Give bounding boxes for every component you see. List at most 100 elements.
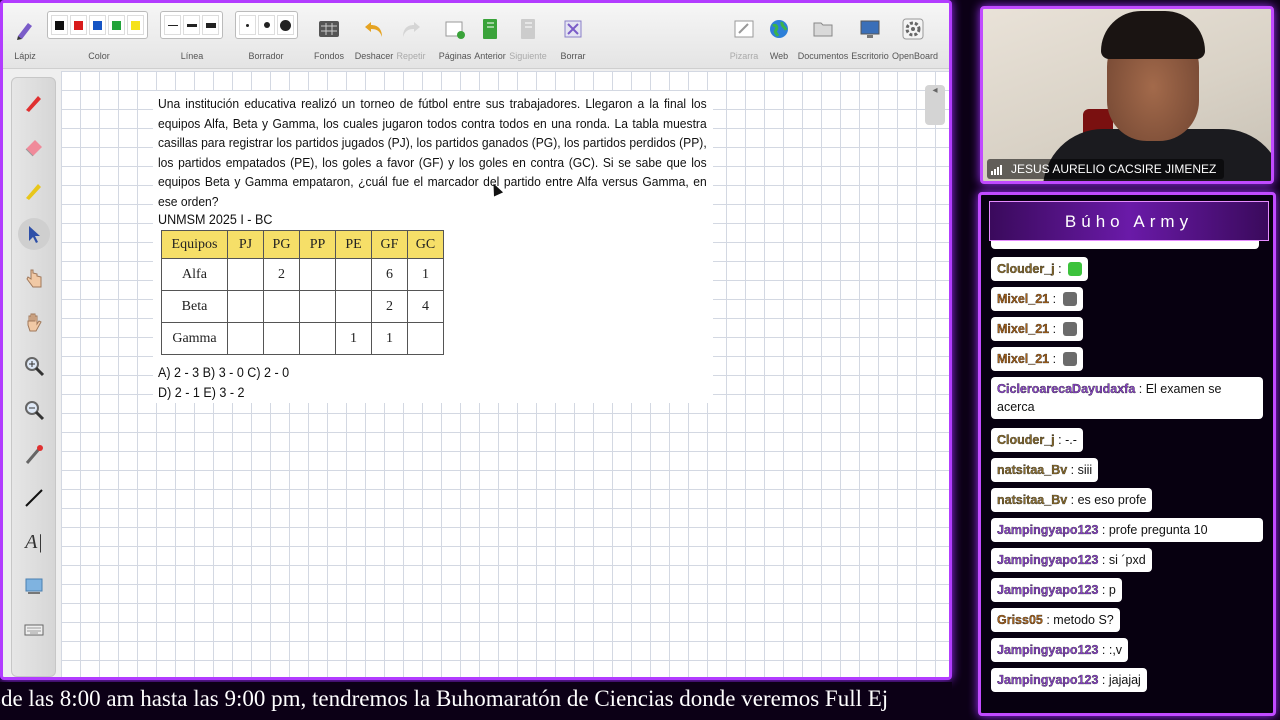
chat-username[interactable]: Jampingyapo123 xyxy=(997,643,1099,657)
toolbar: Lápiz Color Línea Borrador Fondos Deshac… xyxy=(3,3,949,69)
table-cell: Beta xyxy=(161,290,228,323)
chat-username[interactable]: Mixel_21 xyxy=(997,352,1049,366)
table-row: Alfa 2 6 1 xyxy=(161,258,444,291)
folder-icon xyxy=(813,22,833,37)
line-medium-button[interactable] xyxy=(183,15,200,35)
documents-label: Documentos xyxy=(797,51,849,61)
ticker-text: sde las 8:00 am hasta las 9:00 pm, tendr… xyxy=(0,686,889,711)
keyboard-side-button[interactable] xyxy=(18,614,50,646)
redo-button[interactable] xyxy=(399,17,423,41)
chat-username[interactable]: Jampingyapo123 xyxy=(997,523,1099,537)
backgrounds-button[interactable] xyxy=(317,17,341,41)
web-mode-button[interactable] xyxy=(767,17,791,41)
hand-side-button[interactable] xyxy=(18,306,50,338)
grid-background-icon xyxy=(319,21,339,37)
pages-button[interactable] xyxy=(443,17,467,41)
zoom-in-icon xyxy=(25,357,45,377)
chat-message: Mixel_21 : xyxy=(991,287,1083,311)
chat-username[interactable]: CicleroarecaDayudaxfa xyxy=(997,382,1136,396)
line-tool-icon xyxy=(25,489,43,507)
documents-button[interactable] xyxy=(811,17,835,41)
line-thick-button[interactable] xyxy=(202,15,219,35)
capture-side-button[interactable] xyxy=(18,570,50,602)
next-label: Siguiente xyxy=(509,51,547,61)
emote-icon xyxy=(1062,322,1077,336)
eraser-size-options xyxy=(235,11,298,39)
color-swatch-2[interactable] xyxy=(89,15,106,35)
line-label: Línea xyxy=(180,51,204,61)
chat-message: Jampingyapo123 : p xyxy=(991,578,1122,602)
chat-username[interactable]: natsitaa_Bv xyxy=(997,463,1067,477)
chat-username[interactable]: natsitaa_Bv xyxy=(997,493,1067,507)
color-swatch-3[interactable] xyxy=(108,15,125,35)
delete-page-icon xyxy=(564,20,582,38)
undo-button[interactable] xyxy=(362,17,386,41)
chat-separator: : xyxy=(1054,262,1066,276)
table-cell xyxy=(263,322,300,355)
chat-separator: : xyxy=(1067,463,1078,477)
laser-side-button[interactable] xyxy=(18,438,50,470)
chat-separator: : xyxy=(1042,613,1054,627)
eraser-small-button[interactable] xyxy=(239,15,256,35)
zoom-out-side-button[interactable] xyxy=(18,394,50,426)
zoom-in-side-button[interactable] xyxy=(18,350,50,382)
chat-message: natsitaa_Bv : es eso profe xyxy=(991,488,1153,512)
line-thin-button[interactable] xyxy=(164,15,181,35)
chat-separator: : xyxy=(1049,322,1060,336)
chat-username[interactable]: Clouder_j xyxy=(997,262,1055,276)
table-header-cell: PG xyxy=(263,230,300,259)
openboard-menu-button[interactable] xyxy=(901,17,925,41)
board-mode-button[interactable] xyxy=(732,17,756,41)
chat-message-partial xyxy=(991,241,1259,249)
question-source: UNMSM 2025 I - BC xyxy=(158,212,273,227)
pen-tool-button[interactable] xyxy=(13,17,37,41)
eraser-large-button[interactable] xyxy=(277,15,294,35)
laser-pointer-icon xyxy=(25,445,43,464)
highlighter-icon xyxy=(26,184,41,200)
chat-username[interactable]: Griss05 xyxy=(997,613,1043,627)
chat-text: siii xyxy=(1077,463,1093,477)
chat-username[interactable]: Jampingyapo123 xyxy=(997,583,1099,597)
line-side-button[interactable] xyxy=(18,482,50,514)
undo-icon xyxy=(365,22,382,37)
line-width-options xyxy=(160,11,223,39)
chat-username[interactable]: Jampingyapo123 xyxy=(997,553,1099,567)
chat-text: metodo S? xyxy=(1053,613,1114,627)
desktop-button[interactable] xyxy=(858,17,882,41)
color-swatch-fill xyxy=(112,20,121,30)
openboard-label: OpenBoard xyxy=(891,51,939,61)
chat-separator: : xyxy=(1098,673,1109,687)
pen-label: Lápiz xyxy=(14,51,36,61)
pen-side-button[interactable] xyxy=(18,86,50,118)
previous-page-button[interactable] xyxy=(478,17,502,41)
news-ticker: sde las 8:00 am hasta las 9:00 pm, tendr… xyxy=(0,682,952,720)
color-swatch-1[interactable] xyxy=(70,15,87,35)
delete-button[interactable] xyxy=(561,17,585,41)
presenter-hair xyxy=(1101,11,1205,59)
table-header-row: Equipos PJ PG PP PE GF GC xyxy=(161,230,444,259)
chat-message: Jampingyapo123 : si ´pxd xyxy=(991,548,1152,572)
collapse-panel-button[interactable]: ◂ xyxy=(925,85,945,125)
table-cell xyxy=(299,290,336,323)
previous-label: Anterior xyxy=(474,51,506,61)
chat-username[interactable]: Clouder_j xyxy=(997,433,1055,447)
gear-icon xyxy=(902,18,924,40)
chat-username[interactable]: Mixel_21 xyxy=(997,292,1049,306)
arrow-cursor-icon xyxy=(29,226,40,243)
color-swatch-0[interactable] xyxy=(51,15,68,35)
selector-side-button[interactable] xyxy=(18,218,50,250)
eraser-side-button[interactable] xyxy=(18,130,50,162)
text-side-button[interactable]: A| xyxy=(18,526,50,558)
interact-side-button[interactable] xyxy=(18,262,50,294)
eraser-medium-button[interactable] xyxy=(258,15,275,35)
chat-username[interactable]: Mixel_21 xyxy=(997,322,1049,336)
chat-username[interactable]: Jampingyapo123 xyxy=(997,673,1099,687)
chat-message: Mixel_21 : xyxy=(991,347,1083,371)
web-label: Web xyxy=(769,51,789,61)
table-cell: 4 xyxy=(407,290,444,323)
color-swatch-4[interactable] xyxy=(127,15,144,35)
highlighter-side-button[interactable] xyxy=(18,174,50,206)
next-page-button[interactable] xyxy=(516,17,540,41)
line-width-group xyxy=(160,11,223,39)
table-cell: Alfa xyxy=(161,258,228,291)
